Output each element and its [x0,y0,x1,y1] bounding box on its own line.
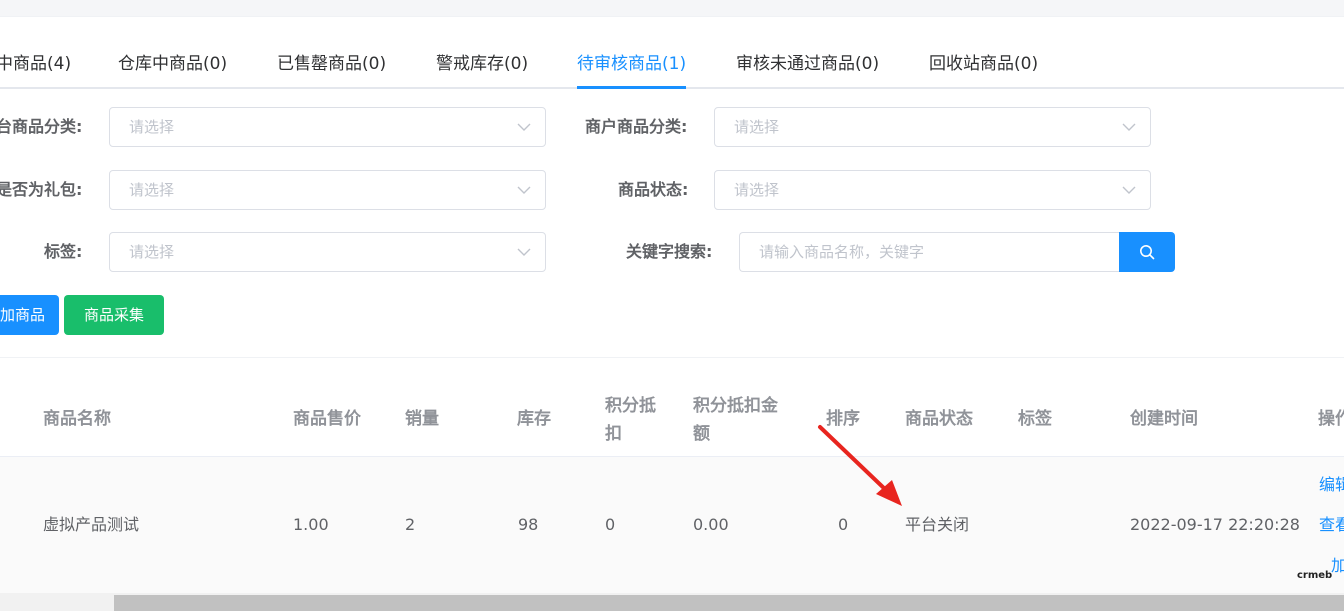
select-placeholder: 请选择 [734,181,780,199]
view-link[interactable]: 查看 [1319,514,1344,536]
chevron-down-icon [517,186,531,194]
header-product-name: 商品名称 [43,409,111,429]
header-tags: 标签 [1018,409,1052,429]
header-points-amount-line1: 积分抵扣金 [693,396,778,416]
select-placeholder: 请选择 [734,118,780,136]
more-link[interactable]: 加 [1331,555,1344,577]
table-header-divider [0,456,1344,457]
tab-warehouse[interactable]: 仓库中商品(0) [118,52,227,76]
top-strip [0,0,1344,16]
is-gift-label: 是否为礼包: [0,180,83,199]
cell-product-name: 虚拟产品测试 [43,515,140,534]
chevron-down-icon [517,123,531,131]
cell-points-amount: 0.00 [693,515,729,534]
header-points-line1: 积分抵 [605,396,656,416]
edit-link[interactable]: 编辑 [1319,474,1344,496]
cell-status: 平台关闭 [905,515,970,534]
header-stock: 库存 [517,409,551,429]
merchant-category-select[interactable]: 请选择 [714,107,1151,147]
header-sales: 销量 [405,409,439,429]
tab-pending-review[interactable]: 待审核商品(1) [577,52,686,76]
horizontal-scrollbar-thumb[interactable] [114,595,1344,611]
product-tabs: 中商品(4) 仓库中商品(0) 已售罄商品(0) 警戒库存(0) 待审核商品(1… [0,52,1344,88]
search-icon [1140,245,1155,260]
cell-created-time: 2022-09-17 22:20:28 [1130,515,1300,534]
add-product-button[interactable]: 加商品 [0,295,59,335]
cell-sort: 0 [838,515,849,534]
cell-points: 0 [605,515,616,534]
merchant-category-label: 商户商品分类: [585,117,688,136]
annotation-arrow-icon [818,425,902,506]
header-points-line2: 扣 [605,424,622,444]
select-placeholder: 请选择 [129,243,175,261]
tab-recycle-bin[interactable]: 回收站商品(0) [929,52,1038,76]
tab-stock-alert[interactable]: 警戒库存(0) [436,52,528,76]
keyword-label: 关键字搜索: [626,242,713,261]
tab-on-sale[interactable]: 中商品(4) [0,52,71,76]
platform-category-select[interactable]: 请选择 [109,107,546,147]
header-created-time: 创建时间 [1130,409,1198,429]
status-select[interactable]: 请选择 [714,170,1151,210]
is-gift-select[interactable]: 请选择 [109,170,546,210]
tag-select[interactable]: 请选择 [109,232,546,272]
cell-price: 1.00 [293,515,329,534]
header-status: 商品状态 [905,409,973,429]
search-button[interactable] [1119,232,1175,272]
select-placeholder: 请选择 [129,118,175,136]
tab-review-failed[interactable]: 审核未通过商品(0) [736,52,879,76]
header-points-amount-line2: 额 [693,424,710,444]
chevron-down-icon [1122,186,1136,194]
brand-watermark: crmeb [1297,570,1333,581]
platform-category-label: 台商品分类: [0,117,83,136]
status-label: 商品状态: [618,180,689,199]
chevron-down-icon [1122,123,1136,131]
active-tab-indicator [577,86,686,89]
keyword-search-input[interactable]: 请输入商品名称，关键字 [739,232,1119,272]
header-price: 商品售价 [293,409,361,429]
tab-sold-out[interactable]: 已售罄商品(0) [277,52,386,76]
tag-label: 标签: [44,242,83,261]
keyword-placeholder: 请输入商品名称，关键字 [759,243,925,261]
cell-sales: 2 [405,515,416,534]
chevron-down-icon [517,248,531,256]
header-operations: 操作 [1318,409,1344,429]
cell-stock: 98 [518,515,539,534]
select-placeholder: 请选择 [129,181,175,199]
collect-product-button[interactable]: 商品采集 [64,295,164,335]
